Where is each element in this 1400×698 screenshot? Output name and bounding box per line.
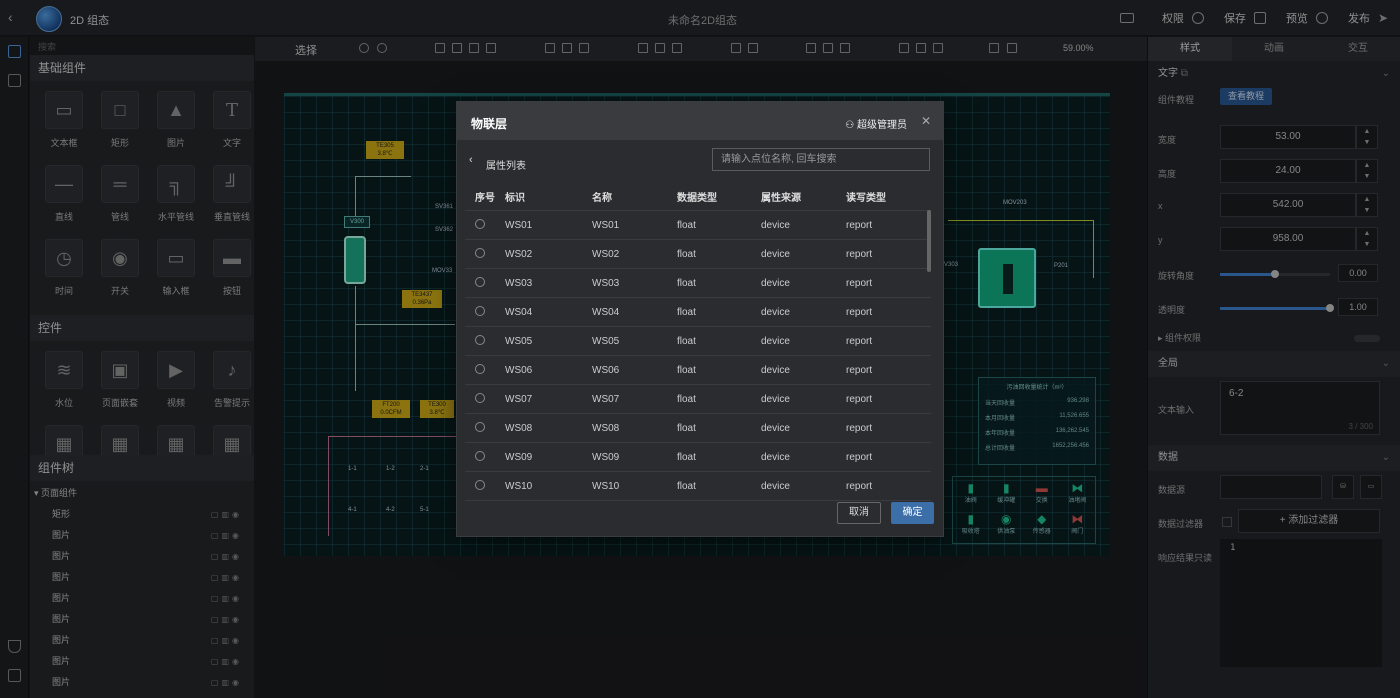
table-cell: WS03 — [592, 277, 620, 289]
dialog-subheader: ‹ 属性列表 请输入点位名称, 回车搜索 — [457, 140, 943, 182]
table-row[interactable]: WS04 WS04 float device report — [465, 298, 931, 327]
table-cell: float — [677, 277, 696, 289]
attribute-list-title[interactable]: 属性列表 — [486, 157, 526, 172]
table-row[interactable]: WS08 WS08 float device report — [465, 414, 931, 443]
table-cell: report — [846, 248, 873, 260]
table-row[interactable]: WS05 WS05 float device report — [465, 327, 931, 356]
table-cell: report — [846, 480, 873, 492]
table-cell: WS08 — [505, 422, 533, 434]
table-cell: float — [677, 335, 696, 347]
iot-layer-dialog: 物联层 ⚇ 超级管理员 ✕ ‹ 属性列表 请输入点位名称, 回车搜索 序号 标识… — [456, 101, 944, 537]
table-cell: WS02 — [505, 248, 533, 260]
table-cell: float — [677, 364, 696, 376]
table-cell: WS05 — [592, 335, 620, 347]
table-cell: device — [761, 306, 790, 318]
table-cell: WS09 — [592, 451, 620, 463]
dialog-header: 物联层 ⚇ 超级管理员 ✕ — [457, 102, 943, 140]
table-cell: report — [846, 219, 873, 231]
row-radio[interactable] — [475, 334, 485, 345]
table-cell: WS06 — [505, 364, 533, 376]
table-cell: device — [761, 480, 790, 492]
table-cell: report — [846, 364, 873, 376]
table-cell: report — [846, 422, 873, 434]
row-radio[interactable] — [475, 479, 485, 490]
user-icon: ⚇ — [845, 120, 857, 131]
row-radio[interactable] — [475, 305, 485, 316]
table-cell: device — [761, 364, 790, 376]
table-cell: device — [761, 451, 790, 463]
table-cell: report — [846, 393, 873, 405]
table-cell: device — [761, 219, 790, 231]
table-cell: float — [677, 480, 696, 492]
table-cell: WS02 — [592, 248, 620, 260]
table-cell: report — [846, 335, 873, 347]
table-cell: WS03 — [505, 277, 533, 289]
table-cell: device — [761, 248, 790, 260]
table-cell: WS07 — [505, 393, 533, 405]
table-cell: WS10 — [592, 480, 620, 492]
row-radio[interactable] — [475, 392, 485, 403]
confirm-button[interactable]: 确定 — [891, 502, 934, 524]
back-chevron-icon[interactable]: ‹ — [469, 154, 473, 166]
table-row[interactable]: WS10 WS10 float device report — [465, 472, 931, 501]
table-row[interactable]: WS09 WS09 float device report — [465, 443, 931, 472]
table-header: 序号 标识 名称 数据类型 属性来源 读写类型 — [465, 182, 931, 211]
table-cell: device — [761, 393, 790, 405]
table-cell: WS01 — [592, 219, 620, 231]
table-cell: WS04 — [592, 306, 620, 318]
table-row[interactable]: WS02 WS02 float device report — [465, 240, 931, 269]
close-icon[interactable]: ✕ — [921, 114, 931, 128]
cancel-button[interactable]: 取消 — [837, 502, 881, 524]
table-cell: WS01 — [505, 219, 533, 231]
row-radio[interactable] — [475, 247, 485, 258]
table-cell: device — [761, 277, 790, 289]
table-cell: WS07 — [592, 393, 620, 405]
point-search-input[interactable]: 请输入点位名称, 回车搜索 — [712, 148, 930, 171]
table-cell: float — [677, 219, 696, 231]
table-cell: float — [677, 451, 696, 463]
table-cell: float — [677, 306, 696, 318]
table-row[interactable]: WS03 WS03 float device report — [465, 269, 931, 298]
table-row[interactable]: WS01 WS01 float device report — [465, 211, 931, 240]
table-cell: float — [677, 393, 696, 405]
row-radio[interactable] — [475, 276, 485, 287]
table-cell: WS08 — [592, 422, 620, 434]
table-scrollbar[interactable] — [927, 210, 931, 272]
row-radio[interactable] — [475, 218, 485, 229]
table-cell: float — [677, 422, 696, 434]
table-cell: float — [677, 248, 696, 260]
dialog-user: ⚇ 超级管理员 — [845, 120, 907, 131]
table-row[interactable]: WS06 WS06 float device report — [465, 356, 931, 385]
table-body: WS01 WS01 float device report WS02 WS02 float de… — [465, 211, 931, 501]
table-cell: report — [846, 451, 873, 463]
table-cell: WS06 — [592, 364, 620, 376]
row-radio[interactable] — [475, 450, 485, 461]
table-cell: WS05 — [505, 335, 533, 347]
table-cell: WS09 — [505, 451, 533, 463]
table-cell: device — [761, 422, 790, 434]
table-row[interactable]: WS07 WS07 float device report — [465, 385, 931, 414]
table-cell: WS10 — [505, 480, 533, 492]
dialog-footer: 取消 确定 — [457, 500, 945, 536]
row-radio[interactable] — [475, 421, 485, 432]
table-cell: device — [761, 335, 790, 347]
table-cell: report — [846, 277, 873, 289]
dialog-title: 物联层 — [471, 117, 508, 131]
row-radio[interactable] — [475, 363, 485, 374]
attribute-table: 序号 标识 名称 数据类型 属性来源 读写类型 WS01 WS01 float dev… — [465, 182, 931, 501]
table-cell: WS04 — [505, 306, 533, 318]
table-cell: report — [846, 306, 873, 318]
